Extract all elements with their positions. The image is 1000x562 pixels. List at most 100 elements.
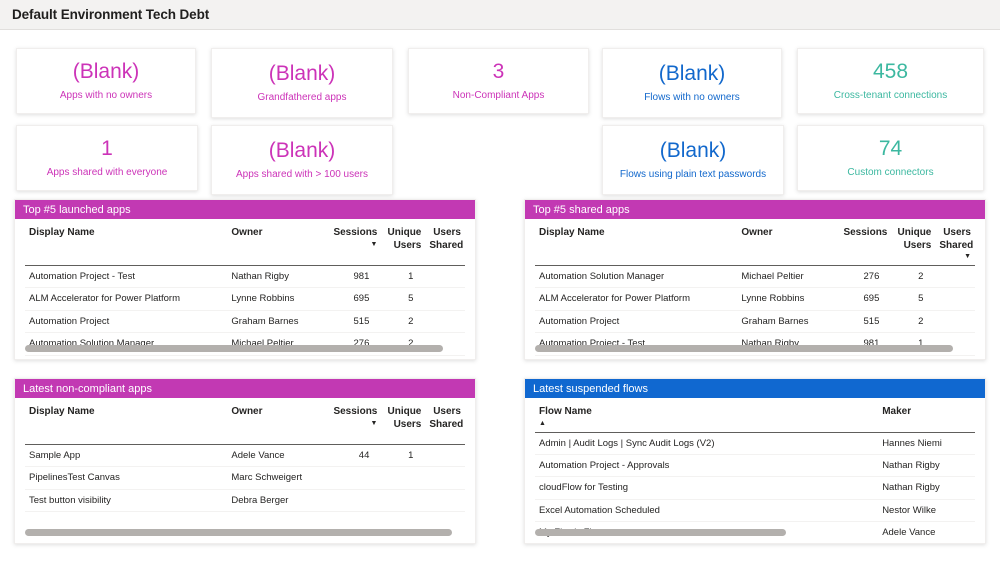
table-row[interactable]: Automation ProjectGraham Barnes5152 [25, 310, 465, 332]
kpi-value: 1 [101, 138, 113, 160]
table-cell [425, 288, 465, 310]
horizontal-scrollbar[interactable] [25, 345, 465, 352]
kpi-card[interactable]: 1 Apps shared with everyone [16, 125, 198, 191]
column-header[interactable]: Users Shared▼ [935, 219, 975, 266]
table-header-row: Display Name▼Owner▼Sessions▼Unique Users… [535, 219, 975, 266]
scrollbar-thumb[interactable] [535, 345, 953, 352]
table-visual-title: Top #5 launched apps [15, 200, 475, 219]
table-cell: Michael Peltier [737, 266, 834, 288]
column-header[interactable]: Sessions▼ [324, 219, 381, 266]
kpi-card[interactable]: (Blank)Apps with no owners [16, 48, 196, 114]
column-header-label: Sessions [843, 227, 887, 238]
column-header[interactable]: Unique Users▼ [381, 219, 425, 266]
table-scroll-area[interactable]: Display Name▼Owner▼Sessions▼Unique Users… [15, 219, 475, 359]
table-cell: PipelinesTest Canvas [25, 467, 227, 489]
table-cell: 44 [324, 445, 381, 467]
table-cell: Automation Project [25, 310, 227, 332]
column-header[interactable]: Display Name▼ [535, 219, 737, 266]
column-header[interactable]: Sessions▼ [834, 219, 891, 266]
data-table: Display Name▼Owner▼Sessions▼Unique Users… [25, 398, 465, 512]
table-scroll-area[interactable]: Display Name▼Owner▼Sessions▼Unique Users… [525, 219, 985, 359]
horizontal-scrollbar[interactable] [25, 529, 465, 536]
table-row[interactable]: Admin | Audit Logs | Sync Audit Logs (V2… [535, 432, 975, 454]
table-cell: Test button visibility [25, 489, 227, 511]
table-row[interactable]: ButtonClickerGraham Barnes1351 [25, 355, 465, 359]
table-cell: ALM Accelerator for Power Platform [535, 288, 737, 310]
table-row[interactable]: ButtonClickerGraham Barnes1351 [535, 355, 975, 359]
table-cell: Marc Schweigert [227, 467, 324, 489]
table-cell [935, 266, 975, 288]
table-row[interactable]: Automation ProjectGraham Barnes5152 [535, 310, 975, 332]
column-header[interactable]: Users Shared▼ [425, 219, 465, 266]
table-cell [425, 467, 465, 489]
column-header[interactable]: Users Shared▼ [425, 398, 465, 445]
table-cell: 695 [324, 288, 381, 310]
column-header[interactable]: Owner▼ [737, 219, 834, 266]
kpi-card[interactable]: (Blank)Apps shared with > 100 users [211, 125, 393, 195]
table-cell [425, 445, 465, 467]
column-header-label: Display Name [29, 406, 95, 417]
kpi-value: (Blank) [73, 61, 140, 83]
kpi-card[interactable]: 458Cross-tenant connections [797, 48, 984, 114]
column-header[interactable]: Unique Users▼ [381, 398, 425, 445]
kpi-card[interactable]: 74Custom connectors [797, 125, 984, 191]
table-row[interactable]: PipelinesTest CanvasMarc Schweigert [25, 467, 465, 489]
column-header-label: Unique Users [387, 227, 421, 251]
table-row[interactable]: Sample AppAdele Vance441 [25, 445, 465, 467]
kpi-label: Apps shared with everyone [47, 167, 168, 178]
column-header-label: Unique Users [387, 406, 421, 430]
table-row[interactable]: ALM Accelerator for Power PlatformLynne … [535, 288, 975, 310]
table-cell: 276 [834, 266, 891, 288]
kpi-card[interactable]: (Blank)Flows with no owners [602, 48, 782, 118]
table-cell: 2 [381, 310, 425, 332]
scrollbar-thumb[interactable] [25, 529, 452, 536]
column-header-label: Owner [741, 227, 772, 238]
kpi-label: Custom connectors [847, 167, 933, 178]
table-row[interactable]: Automation Project - TestNathan Rigby981… [25, 266, 465, 288]
scrollbar-thumb[interactable] [535, 529, 786, 536]
column-header[interactable]: Unique Users▼ [891, 219, 935, 266]
column-header[interactable]: Display Name▼ [25, 398, 227, 445]
column-header[interactable]: Owner▼ [227, 219, 324, 266]
table-header-row: Flow Name▲Maker▼ [535, 398, 975, 432]
column-header-label: Users Shared [939, 227, 973, 251]
kpi-card[interactable]: 3Non-Compliant Apps [408, 48, 589, 114]
table-row[interactable]: Automation Project - ApprovalsNathan Rig… [535, 454, 975, 476]
column-header[interactable]: Display Name▼ [25, 219, 227, 266]
column-header[interactable]: Flow Name▲ [535, 398, 878, 432]
table-scroll-area[interactable]: Flow Name▲Maker▼Admin | Audit Logs | Syn… [525, 398, 985, 543]
report-canvas: (Blank)Apps with no owners(Blank)Grandfa… [0, 30, 1000, 562]
table-cell: Graham Barnes [227, 355, 324, 359]
table-cell: 1 [381, 266, 425, 288]
column-header-label: Owner [231, 406, 262, 417]
table-cell: Automation Project - Test [25, 266, 227, 288]
table-visual: Latest non-compliant appsDisplay Name▼Ow… [14, 378, 476, 544]
column-header-label: Users Shared [429, 227, 463, 251]
scrollbar-thumb[interactable] [25, 345, 443, 352]
table-cell: Nathan Rigby [227, 266, 324, 288]
kpi-label: Non-Compliant Apps [453, 90, 545, 101]
column-header[interactable]: Owner▼ [227, 398, 324, 445]
table-visual-title: Latest suspended flows [525, 379, 985, 398]
table-row[interactable]: Test button visibilityDebra Berger [25, 489, 465, 511]
column-header[interactable]: Sessions▼ [324, 398, 381, 445]
column-header-label: Display Name [539, 227, 605, 238]
kpi-label: Apps shared with > 100 users [236, 169, 368, 180]
table-row[interactable]: ALM Accelerator for Power PlatformLynne … [25, 288, 465, 310]
table-cell: Lynne Robbins [227, 288, 324, 310]
kpi-card[interactable]: (Blank)Flows using plain text passwords [602, 125, 784, 195]
sort-descending-icon: ▼ [328, 240, 377, 251]
table-cell [935, 288, 975, 310]
table-row[interactable]: Automation Solution ManagerMichael Pelti… [535, 266, 975, 288]
table-row[interactable]: Excel Automation ScheduledNestor Wilke [535, 499, 975, 521]
table-scroll-area[interactable]: Display Name▼Owner▼Sessions▼Unique Users… [15, 398, 475, 543]
table-cell: Graham Barnes [737, 355, 834, 359]
kpi-value: (Blank) [660, 140, 727, 162]
table-cell: Lynne Robbins [737, 288, 834, 310]
column-header[interactable]: Maker▼ [878, 398, 975, 432]
column-header-label: Sessions [333, 406, 377, 417]
table-row[interactable]: cloudFlow for TestingNathan Rigby [535, 477, 975, 499]
horizontal-scrollbar[interactable] [535, 345, 975, 352]
horizontal-scrollbar[interactable] [535, 529, 975, 536]
kpi-card[interactable]: (Blank)Grandfathered apps [211, 48, 393, 118]
